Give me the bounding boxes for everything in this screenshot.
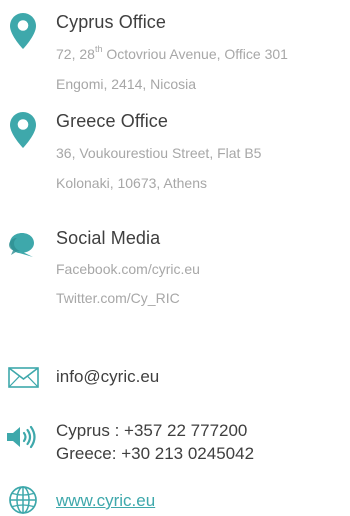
website-link[interactable]: www.cyric.eu xyxy=(56,491,155,511)
cyprus-office-address-line2: Engomi, 2414, Nicosia xyxy=(56,76,197,92)
greece-office-address-line1: 36, Voukourestiou Street, Flat B5 xyxy=(56,145,262,161)
greece-office-title: Greece Office xyxy=(56,111,169,131)
speaker-icon xyxy=(7,425,36,449)
map-pin-icon xyxy=(10,112,36,148)
email-link[interactable]: info@cyric.eu xyxy=(56,367,159,387)
chat-bubbles-icon xyxy=(9,233,34,257)
envelope-icon xyxy=(8,367,39,388)
phone-greece[interactable]: Greece: +30 213 0245042 xyxy=(56,444,254,464)
cyprus-office-address-line1: 72, 28th Octovriou Avenue, Office 301 xyxy=(56,44,288,62)
map-pin-icon xyxy=(10,13,36,49)
social-media-title: Social Media xyxy=(56,228,161,248)
cyprus-office-title: Cyprus Office xyxy=(56,12,167,32)
twitter-link[interactable]: Twitter.com/Cy_RIC xyxy=(56,290,180,306)
greece-office-address-line2: Kolonaki, 10673, Athens xyxy=(56,175,208,191)
globe-icon xyxy=(9,486,37,514)
phone-cyprus[interactable]: Cyprus : +357 22 777200 xyxy=(56,421,247,441)
facebook-link[interactable]: Facebook.com/cyric.eu xyxy=(56,261,200,277)
